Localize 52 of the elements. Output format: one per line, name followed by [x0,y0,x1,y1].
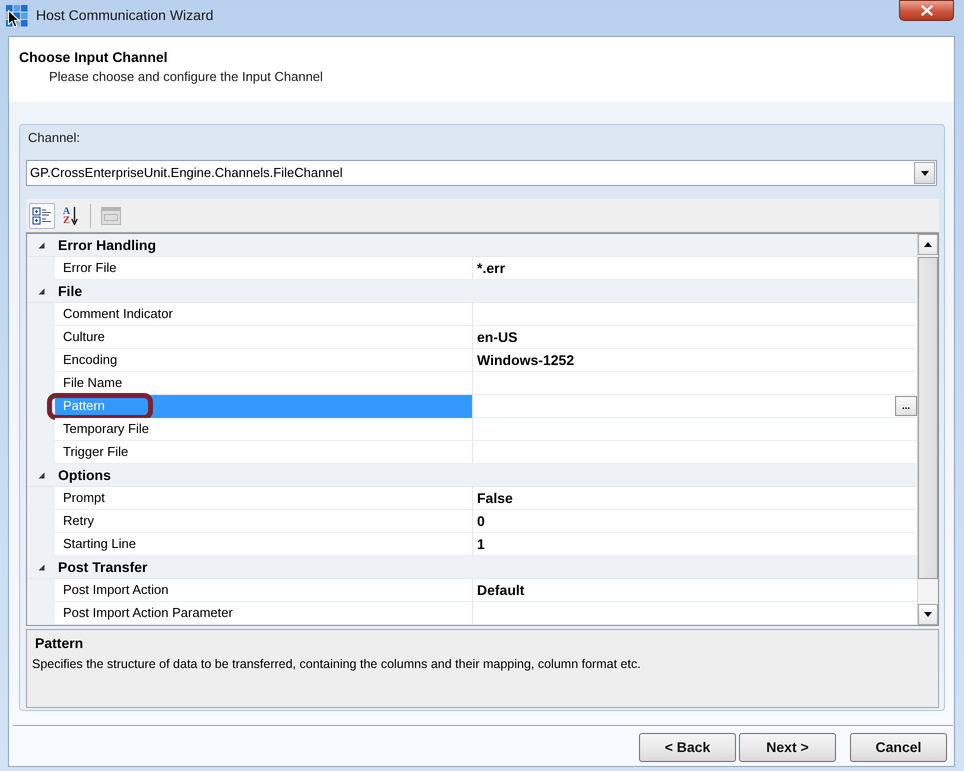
property-value[interactable]: 0 [472,510,917,533]
property-name[interactable]: Comment Indicator [55,303,472,326]
property-name[interactable]: Post Import Action Parameter [55,602,472,625]
wizard-button[interactable]: < Back [639,733,736,762]
channel-label: Channel: [27,130,80,146]
expanded-triangle-icon[interactable] [38,242,44,248]
property-value[interactable]: False [472,487,917,510]
dropdown-button[interactable] [914,162,935,184]
expanded-triangle-icon[interactable] [38,288,44,294]
caret-down-icon [924,612,932,617]
categorized-view-button[interactable] [29,202,55,228]
page-subtitle: Please choose and configure the Input Channel [49,68,323,85]
property-name[interactable]: Starting Line [55,533,472,556]
property-name[interactable]: Temporary File [55,418,472,441]
caret-down-icon [920,170,928,176]
ellipsis-button[interactable]: ... [895,396,917,416]
property-value[interactable]: *.err [472,257,917,280]
property-name[interactable]: Retry [55,510,472,533]
mouse-pointer-icon [8,10,20,28]
property-value[interactable]: ... [472,395,917,418]
property-name[interactable]: Error File [55,257,472,280]
channel-dropdown[interactable]: GP.CrossEnterpriseUnit.Engine.Channels.FileChannel [26,160,937,186]
scroll-up-button[interactable] [918,234,938,255]
description-text: Specifies the structure of data to be transferred, containing the columns and their mapping, column format etc. [32,656,641,672]
property-value[interactable]: Windows-1252 [472,349,917,372]
close-button[interactable] [899,0,954,21]
scrollbar-thumb[interactable] [918,257,938,579]
caret-up-icon [924,242,932,247]
wizard-button[interactable]: Cancel [850,733,947,762]
page-title: Choose Input Channel [19,49,168,66]
description-title: Pattern [35,635,84,652]
property-value[interactable]: en-US [472,326,917,349]
channel-value: GP.CrossEnterpriseUnit.Engine.Channels.FileChannel [29,165,343,181]
scrollbar-track[interactable] [917,234,938,625]
close-icon [920,5,932,16]
property-value[interactable]: Default [472,579,917,602]
property-name[interactable]: Prompt [55,487,472,510]
window-title: Host Communication Wizard [36,7,214,24]
property-name[interactable]: Post Import Action [55,579,472,602]
expanded-triangle-icon[interactable] [38,564,44,570]
alphabetical-sort-button[interactable]: A Z [58,202,83,228]
property-name[interactable]: Encoding [55,349,472,372]
expanded-triangle-icon[interactable] [38,472,44,478]
form-window-icon [101,206,121,224]
arrow-down-icon [71,206,78,224]
property-name[interactable]: File Name [55,372,472,395]
property-name[interactable]: Trigger File [55,441,472,464]
grouped-list-icon [32,206,52,226]
scroll-down-button[interactable] [918,604,938,625]
wizard-button[interactable]: Next > [739,733,836,762]
property-name[interactable]: Culture [55,326,472,349]
property-value[interactable]: 1 [472,533,917,556]
